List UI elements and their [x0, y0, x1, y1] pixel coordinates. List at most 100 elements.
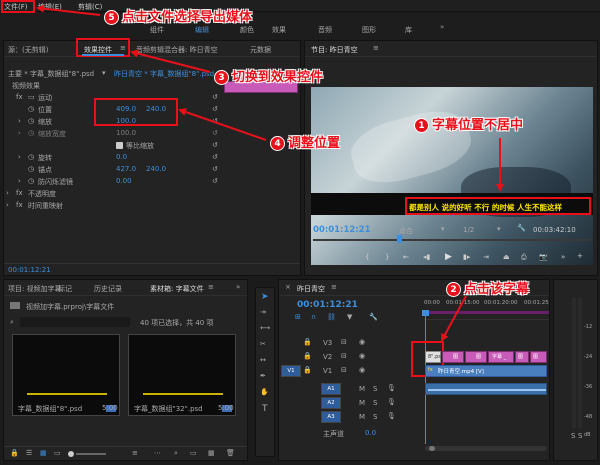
playhead-icon[interactable] [397, 235, 402, 243]
anchor-x[interactable]: 427.0 [116, 165, 136, 173]
eye-icon[interactable]: ◉ [359, 338, 365, 346]
mute-button[interactable]: M [359, 413, 365, 421]
solo-right[interactable]: S [578, 432, 582, 440]
hand-icon[interactable]: ✋ [260, 388, 269, 396]
reset-icon[interactable]: ↺ [212, 153, 218, 161]
source-patch[interactable]: V1 [281, 365, 301, 377]
scrollbar-thumb[interactable] [429, 446, 435, 451]
uniform-checkbox[interactable] [116, 142, 123, 149]
linked-icon[interactable]: ⛓ [327, 313, 336, 321]
reset-icon[interactable]: ↺ [212, 165, 218, 173]
clip-v2[interactable]: 字幕 _ [488, 351, 514, 363]
search-input[interactable] [20, 317, 130, 327]
play-icon[interactable]: ▶ [445, 252, 452, 262]
timeline-menu-icon[interactable]: ≡ [331, 283, 337, 291]
selection-tool-icon[interactable]: ➤ [261, 292, 269, 302]
trash-icon[interactable]: 🗑 [226, 449, 235, 457]
playhead-line[interactable] [425, 312, 426, 444]
eye-icon[interactable]: ◉ [359, 366, 365, 374]
reset-icon[interactable]: ↺ [212, 141, 218, 149]
mic-icon[interactable]: 🎙 [387, 412, 396, 420]
stopwatch-icon[interactable]: ◷ [28, 129, 34, 137]
track-label[interactable]: A1 [321, 383, 341, 395]
lock-icon[interactable]: 🔒 [10, 449, 19, 457]
tab-menu-icon[interactable]: ≡ [208, 283, 214, 291]
tab-audio-mixer[interactable]: 音频剪辑混合器: 昨日青空 [136, 45, 218, 55]
mute-button[interactable]: M [359, 399, 365, 407]
export-frame-icon[interactable]: 📷 [539, 253, 548, 261]
clip-v2[interactable]: 图 [465, 351, 487, 363]
tab-markers[interactable]: 标记 [58, 284, 72, 294]
workspace-assembly[interactable]: 组件 [150, 25, 164, 35]
stopwatch-icon[interactable]: ◷ [28, 177, 34, 185]
workspace-graphics[interactable]: 图形 [362, 25, 376, 35]
track-label[interactable]: A2 [321, 397, 341, 409]
tab-source[interactable]: 源：(无剪辑) [8, 45, 48, 55]
program-scrubber[interactable] [313, 239, 591, 241]
scale-width-value[interactable]: 100.0 [116, 129, 136, 137]
workspace-audio[interactable]: 音频 [318, 25, 332, 35]
workspace-edit[interactable]: 编辑 [195, 25, 209, 35]
icon-view-icon[interactable]: ▦ [40, 449, 47, 457]
zoom-slider[interactable] [76, 453, 106, 455]
lock-icon[interactable]: 🔒 [303, 366, 312, 374]
go-in-icon[interactable]: ⇤ [403, 253, 409, 261]
reset-icon[interactable]: ↺ [212, 93, 218, 101]
sync-icon[interactable]: ⊟ [341, 352, 347, 360]
sort-icon[interactable]: ≡ [132, 449, 138, 457]
clip-v1[interactable]: fx 昨日青空.mp4 [V] [425, 365, 547, 377]
reset-icon[interactable]: ↺ [212, 105, 218, 113]
new-item-icon[interactable]: ▦ [208, 449, 215, 457]
extract-icon[interactable]: ⎙ [521, 253, 527, 262]
zoom-knob[interactable] [68, 451, 74, 457]
freeform-icon[interactable]: ▭ [54, 449, 61, 457]
solo-button[interactable]: S [373, 413, 377, 421]
reset-icon[interactable]: ↺ [212, 177, 218, 185]
solo-button[interactable]: S [373, 399, 377, 407]
mark-in-icon[interactable]: { [365, 253, 369, 261]
marker-icon[interactable]: ▼ [347, 313, 352, 321]
more-icon[interactable]: » [236, 283, 240, 291]
dropdown-icon[interactable]: ▾ [497, 225, 501, 233]
stopwatch-icon[interactable]: ◷ [28, 105, 34, 113]
solo-button[interactable]: S [373, 385, 377, 393]
tab-metadata[interactable]: 元数据 [250, 45, 271, 55]
rotation-value[interactable]: 0.0 [116, 153, 127, 161]
anchor-y[interactable]: 240.0 [146, 165, 166, 173]
playhead-marker-icon[interactable] [422, 310, 429, 316]
eye-icon[interactable]: ◉ [359, 352, 365, 360]
wrench-icon[interactable]: 🔧 [517, 224, 526, 232]
reset-icon[interactable]: ↺ [212, 117, 218, 125]
workspace-library[interactable]: 库 [405, 25, 412, 35]
ec-timecode[interactable]: 00:01:12:21 [8, 266, 51, 274]
dropdown-icon[interactable]: ▾ [441, 225, 445, 233]
slip-icon[interactable]: ↔ [260, 356, 266, 364]
type-tool-icon[interactable]: T [262, 404, 268, 414]
tab-bin[interactable]: 素材箱: 字幕文件 [150, 284, 204, 294]
expand-icon[interactable]: › [18, 177, 21, 185]
search-icon[interactable]: ⌕ [10, 318, 14, 327]
mic-icon[interactable]: 🎙 [387, 398, 396, 406]
mic-icon[interactable]: 🎙 [387, 384, 396, 392]
clip-v2[interactable]: 图 [515, 351, 529, 363]
snap-icon[interactable]: ∩ [311, 313, 316, 321]
timeline-timecode[interactable]: 00:01:12:21 [297, 300, 358, 310]
mute-button[interactable]: M [359, 385, 365, 393]
add-icon[interactable]: + [577, 252, 583, 260]
ripple-edit-icon[interactable]: ⟷ [260, 324, 270, 332]
workspace-more-icon[interactable]: » [440, 23, 444, 31]
solo-left[interactable]: S [571, 432, 575, 440]
workspace-effects[interactable]: 效果 [272, 25, 286, 35]
sequence-path[interactable]: 昨日青空 * 字幕_数据组"8".psd [114, 69, 214, 79]
sync-icon[interactable]: ⊟ [341, 338, 347, 346]
list-view-icon[interactable]: ☰ [26, 449, 32, 457]
clip-path[interactable]: 主要 * 字幕_数据组"8".psd [8, 69, 94, 79]
expand-icon[interactable]: › [18, 117, 21, 125]
automate-icon[interactable]: ⋯ [154, 449, 161, 457]
clip-v2[interactable]: 图 [442, 351, 464, 363]
timeremap-row[interactable]: › fx 时间重映射 [4, 201, 300, 212]
track-select-icon[interactable]: ⇥ [260, 308, 266, 316]
find-icon[interactable]: ⌕ [174, 449, 178, 458]
opacity-row[interactable]: › fx 不透明度 [4, 189, 300, 200]
master-value[interactable]: 0.0 [365, 429, 376, 437]
